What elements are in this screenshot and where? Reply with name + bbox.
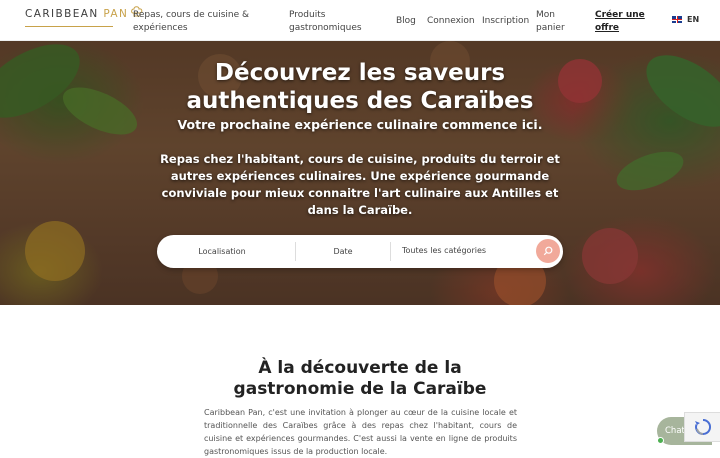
location-field[interactable]: Localisation <box>177 235 267 268</box>
search-bar: Localisation Date Toutes les catégories <box>157 235 563 268</box>
nav-item-label: Connexion <box>427 16 475 26</box>
nav-item-label: Mon <box>536 10 555 20</box>
nav-item-cart[interactable]: Mon panier <box>536 9 565 35</box>
search-icon <box>543 246 553 256</box>
nav-item-login[interactable]: Connexion <box>427 15 475 28</box>
nav-item-label: offre <box>595 23 620 33</box>
nav-item-label: Produits <box>289 10 326 20</box>
hero-subtitle: Votre prochaine expérience culinaire com… <box>177 117 543 132</box>
site-header: CARIBBEAN PAN Repas, cours de cuisine & … <box>0 0 720 41</box>
language-switcher[interactable]: EN <box>672 15 699 24</box>
nav-item-label: Repas, cours de cuisine & <box>133 10 250 20</box>
section-body: Caribbean Pan, c'est une invitation à pl… <box>204 408 517 456</box>
online-status-dot <box>657 437 664 444</box>
chat-label: Chat <box>665 426 685 436</box>
search-divider <box>390 242 391 261</box>
nav-item-label: Créer une <box>595 10 645 20</box>
nav-item-experiences[interactable]: Repas, cours de cuisine & expériences <box>133 9 249 35</box>
hero-title: Découvrez les saveurs authentiques des C… <box>0 59 720 115</box>
logo-text: CARIBBEAN PAN <box>25 8 129 20</box>
nav-item-label: Blog <box>396 16 416 26</box>
nav-item-label: expériences <box>133 23 188 33</box>
date-field[interactable]: Date <box>307 235 379 268</box>
search-button[interactable] <box>536 239 560 263</box>
nav-item-products[interactable]: Produits gastronomiques <box>289 9 362 35</box>
recaptcha-badge[interactable] <box>684 412 720 442</box>
nav-item-create-offer[interactable]: Créer une offre <box>595 9 645 35</box>
hero-title-line: authentiques des Caraïbes <box>186 88 534 114</box>
language-label: EN <box>687 15 700 24</box>
uk-flag-icon <box>672 16 682 23</box>
nav-item-label: gastronomiques <box>289 23 362 33</box>
search-divider <box>295 242 296 261</box>
hero-description: Repas chez l'habitant, cours de cuisine,… <box>160 152 560 217</box>
logo-underline <box>25 26 113 27</box>
section-title-line: gastronomie de la Caraïbe <box>233 379 487 399</box>
section-title: À la découverte de la gastronomie de la … <box>0 358 720 400</box>
logo[interactable]: CARIBBEAN PAN <box>25 6 144 27</box>
recaptcha-icon <box>694 418 711 435</box>
hero-title-line: Découvrez les saveurs <box>214 60 506 86</box>
hero-banner: Découvrez les saveurs authentiques des C… <box>0 41 720 305</box>
category-select[interactable]: Toutes les catégories <box>402 234 512 267</box>
nav-item-label: Inscription <box>482 16 530 26</box>
nav-item-blog[interactable]: Blog <box>396 15 416 28</box>
section-title-line: À la découverte de la <box>258 358 462 378</box>
nav-item-label: panier <box>536 23 565 33</box>
nav-item-signup[interactable]: Inscription <box>482 15 529 28</box>
